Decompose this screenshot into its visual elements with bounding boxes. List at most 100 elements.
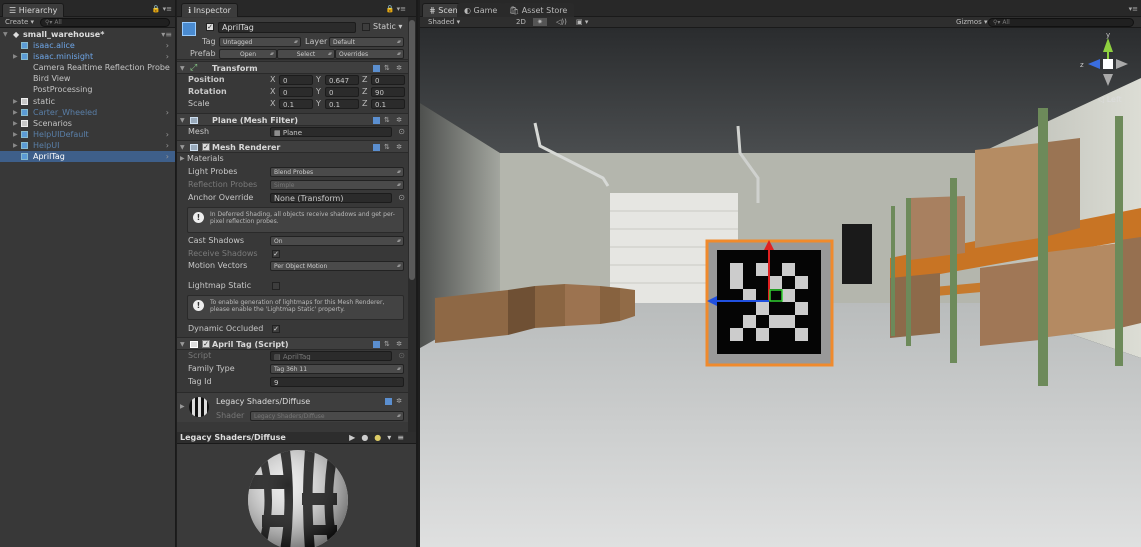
motion-vectors-dropdown[interactable]: Per Object Motion bbox=[270, 261, 404, 271]
hierarchy-search-input[interactable]: ⚲▾ All bbox=[40, 18, 170, 27]
chevron-right-icon[interactable]: › bbox=[166, 40, 169, 51]
preview-sphere[interactable] bbox=[177, 445, 418, 547]
2d-toggle[interactable]: 2D bbox=[516, 18, 526, 26]
hierarchy-item-reflection-probe[interactable]: Camera Realtime Reflection Probe bbox=[0, 62, 175, 73]
mesh-object-field[interactable]: ▦ Plane bbox=[270, 127, 392, 137]
chevron-right-icon[interactable]: › bbox=[166, 151, 169, 162]
hierarchy-item-helpuidefault[interactable]: ▶ HelpUIDefault › bbox=[0, 129, 175, 140]
create-dropdown[interactable]: Create ▾ bbox=[5, 18, 34, 26]
april-tag-header[interactable]: ▼ ✓ April Tag (Script) ⇅ ✲ bbox=[177, 337, 408, 350]
shading-dropdown[interactable]: Shaded ▾ bbox=[428, 18, 460, 26]
sphere-icon[interactable]: ● bbox=[361, 433, 374, 442]
anchor-override-field[interactable]: None (Transform) bbox=[270, 193, 392, 203]
audio-toggle-icon[interactable]: ◁)) bbox=[556, 18, 567, 26]
cast-shadows-dropdown[interactable]: On bbox=[270, 236, 404, 246]
tag-id-field[interactable]: 9 bbox=[270, 377, 404, 387]
lightmap-static-checkbox[interactable] bbox=[272, 282, 280, 290]
rotation-x-field[interactable]: 0 bbox=[279, 87, 313, 97]
prefab-open-button[interactable]: Open bbox=[219, 49, 277, 59]
transform-header[interactable]: ▼ ⤢ Transform ⇅ ✲ bbox=[177, 61, 408, 74]
fold-arrow-icon[interactable]: ▶ bbox=[180, 153, 185, 165]
chevron-right-icon[interactable]: › bbox=[166, 107, 169, 118]
expand-arrow-icon[interactable]: ▶ bbox=[13, 51, 18, 62]
hierarchy-item-isaac-alice[interactable]: isaac.alice › bbox=[0, 40, 175, 51]
position-z-field[interactable]: 0 bbox=[371, 75, 405, 85]
expand-arrow-icon[interactable]: ▶ bbox=[13, 96, 18, 107]
hierarchy-item-helpui[interactable]: ▶ HelpUI › bbox=[0, 140, 175, 151]
hierarchy-item-static[interactable]: ▶ static bbox=[0, 96, 175, 107]
hierarchy-scene-row[interactable]: ▼ ◆ small_warehouse* ▾≡ bbox=[0, 29, 175, 40]
materials-row[interactable]: ▶ Materials bbox=[177, 153, 408, 165]
book-icon[interactable] bbox=[372, 143, 380, 151]
chevron-right-icon[interactable]: › bbox=[166, 140, 169, 151]
hierarchy-item-isaac-minisight[interactable]: ▶ isaac.minisight › bbox=[0, 51, 175, 62]
inspector-scrollbar[interactable] bbox=[408, 17, 416, 437]
hierarchy-item-postprocessing[interactable]: PostProcessing bbox=[0, 84, 175, 95]
hierarchy-item-apriltag[interactable]: AprilTag › bbox=[0, 151, 175, 162]
preview-controls[interactable]: ▶●●▾≡ bbox=[349, 432, 410, 444]
mesh-renderer-header[interactable]: ▼ ✓ Mesh Renderer ⇅ ✲ bbox=[177, 140, 408, 153]
object-picker-icon[interactable]: ⊙ bbox=[398, 192, 405, 204]
dynamic-occluded-checkbox[interactable]: ✓ bbox=[272, 325, 280, 333]
expand-arrow-icon[interactable]: ▶ bbox=[13, 107, 18, 118]
effects-dropdown-icon[interactable]: ▣ ▾ bbox=[576, 18, 588, 26]
scale-x-field[interactable]: 0.1 bbox=[279, 99, 313, 109]
scrollbar-thumb[interactable] bbox=[409, 20, 415, 280]
fold-arrow-icon[interactable]: ▶ bbox=[180, 403, 185, 410]
menu-icon[interactable]: ▾≡ bbox=[387, 433, 410, 442]
hierarchy-item-bird-view[interactable]: Bird View bbox=[0, 73, 175, 84]
prefab-overrides-dropdown[interactable]: Overrides bbox=[335, 49, 404, 59]
rotation-z-field[interactable]: 90 bbox=[371, 87, 405, 97]
inspector-lock-icon[interactable]: 🔒 ▾≡ bbox=[386, 5, 406, 13]
static-checkbox[interactable] bbox=[362, 23, 370, 31]
tab-hierarchy[interactable]: ☰ Hierarchy bbox=[2, 3, 65, 17]
tag-dropdown[interactable]: Untagged bbox=[219, 37, 301, 47]
hierarchy-item-carter-wheeled[interactable]: ▶ Carter_Wheeled › bbox=[0, 107, 175, 118]
lighting-toggle-icon[interactable]: ✷ bbox=[533, 18, 547, 26]
light-probes-dropdown[interactable]: Blend Probes bbox=[270, 167, 404, 177]
mesh-filter-header[interactable]: ▼ Plane (Mesh Filter) ⇅ ✲ bbox=[177, 113, 408, 126]
active-checkbox[interactable]: ✓ bbox=[206, 23, 214, 31]
expand-arrow-icon[interactable]: ▶ bbox=[13, 118, 18, 129]
gizmo-y-label: y bbox=[1106, 31, 1110, 39]
object-picker-icon[interactable]: ⊙ bbox=[398, 126, 405, 138]
expand-arrow-icon[interactable]: ▶ bbox=[13, 140, 18, 151]
rotation-y-field[interactable]: 0 bbox=[325, 87, 359, 97]
tab-asset-store[interactable]: 🛍 Asset Store bbox=[502, 3, 575, 17]
book-icon[interactable] bbox=[372, 116, 380, 124]
light-icon[interactable]: ● bbox=[374, 433, 387, 442]
april-tag-enabled-checkbox[interactable]: ✓ bbox=[202, 340, 210, 348]
book-icon[interactable] bbox=[372, 340, 380, 348]
expand-arrow-icon[interactable]: ▶ bbox=[13, 129, 18, 140]
tab-inspector-label: Inspector bbox=[193, 6, 231, 15]
scene-viewport[interactable]: y z ◁ Left bbox=[420, 28, 1141, 547]
layer-dropdown[interactable]: Default bbox=[329, 37, 404, 47]
scale-z-field[interactable]: 0.1 bbox=[371, 99, 405, 109]
dynamic-occluded-row: Dynamic Occluded ✓ bbox=[177, 323, 408, 335]
chevron-right-icon[interactable]: › bbox=[166, 51, 169, 62]
tab-game[interactable]: ◐ Game bbox=[457, 3, 505, 17]
position-y-field[interactable]: 0.647 bbox=[325, 75, 359, 85]
play-icon[interactable]: ▶ bbox=[349, 433, 361, 442]
scene-menu-icon[interactable]: ▾≡ bbox=[161, 29, 172, 40]
material-icons[interactable]: ✲ bbox=[384, 397, 404, 405]
mesh-renderer-enabled-checkbox[interactable]: ✓ bbox=[202, 143, 210, 151]
family-type-dropdown[interactable]: Tag 36h 11 bbox=[270, 364, 404, 374]
chevron-right-icon[interactable]: › bbox=[166, 129, 169, 140]
book-icon[interactable] bbox=[372, 64, 380, 72]
gizmos-dropdown[interactable]: Gizmos ▾ bbox=[956, 18, 988, 26]
view-label[interactable]: ◁ Left bbox=[1097, 95, 1122, 104]
hierarchy-item-scenarios[interactable]: ▶ Scenarios bbox=[0, 118, 175, 129]
scene-menu-icon[interactable]: ▾≡ bbox=[1129, 5, 1138, 13]
apriltag-object[interactable] bbox=[705, 239, 834, 367]
object-name-input[interactable]: AprilTag bbox=[218, 22, 356, 33]
expand-arrow-icon[interactable]: ▼ bbox=[3, 29, 8, 40]
book-icon[interactable] bbox=[384, 397, 392, 405]
scene-search-input[interactable]: ⚲▾ All bbox=[988, 18, 1134, 27]
family-type-row: Family Type Tag 36h 11 bbox=[177, 363, 408, 375]
scale-y-field[interactable]: 0.1 bbox=[325, 99, 359, 109]
tab-inspector[interactable]: ℹ Inspector bbox=[181, 3, 238, 17]
hierarchy-lock-icon[interactable]: 🔒 ▾≡ bbox=[152, 5, 172, 13]
position-x-field[interactable]: 0 bbox=[279, 75, 313, 85]
prefab-select-button[interactable]: Select bbox=[277, 49, 335, 59]
